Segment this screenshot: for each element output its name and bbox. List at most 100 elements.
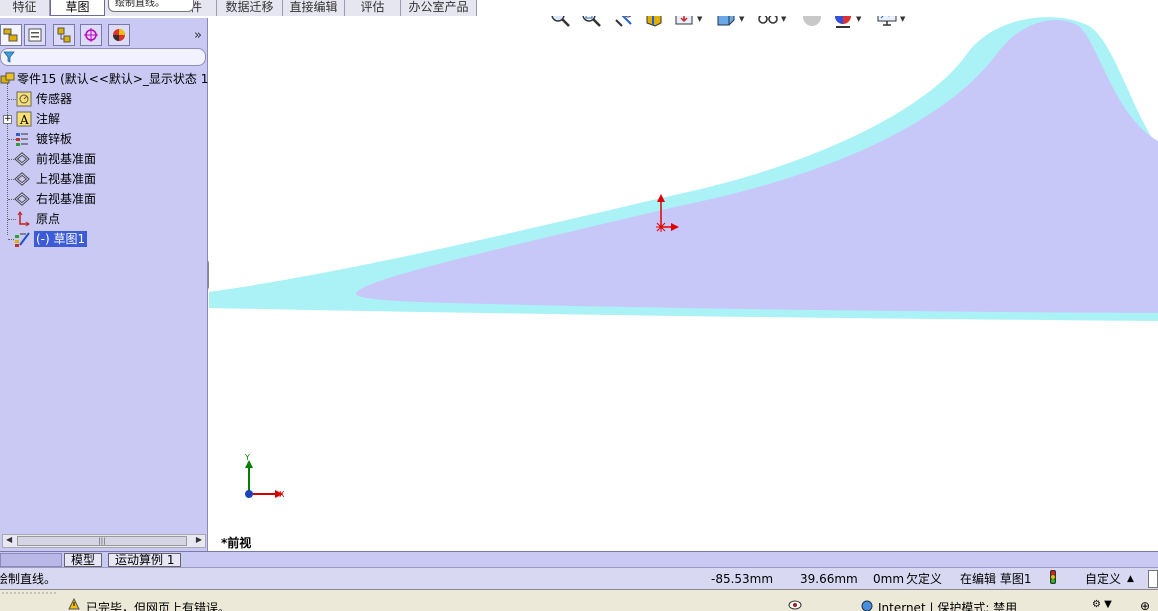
zoom-fit-icon [551,16,570,27]
warning-icon[interactable] [68,598,80,610]
glasses-icon [758,16,778,24]
chevron-up-icon[interactable]: ▲ [1127,571,1134,587]
tree-item-front-plane[interactable]: 前视基准面 [0,149,208,169]
sketch-icon [15,232,30,247]
eye-icon[interactable] [788,599,802,611]
plane-icon [14,172,30,186]
tab-model[interactable]: 模型 [64,553,103,567]
hide-show-items-button[interactable]: ▼ [757,16,786,30]
apply-scene-button[interactable]: ▼ [832,16,861,30]
status-message: 绘制直线。 [0,572,57,586]
display-style-button[interactable]: ▼ [715,16,744,30]
zoom-level[interactable]: ⊕ [1140,599,1150,611]
tab-evaluate[interactable]: 评估 [345,0,401,16]
display-style-icon [717,16,735,26]
sensor-icon [16,91,32,107]
property-manager-tab[interactable] [24,24,46,46]
property-icon [28,28,42,42]
browser-status-message: 已完毕，但网页上有错误。 [86,601,231,611]
feature-manager-panel: » 零件15 (默认<<默认>_显示状态 1 传感器 + A 注解 镀锌板 前视… [0,18,208,551]
tree-item-label: 前视基准面 [36,152,97,166]
tree-item-label: 原点 [36,212,61,226]
tree-item-sensors[interactable]: 传感器 [0,89,208,109]
triad-x-label: X [279,490,285,499]
zoom-to-fit-button[interactable] [549,16,573,30]
chevron-down-icon[interactable]: ▼ [739,16,744,23]
tree-item-label: 右视基准面 [36,192,97,206]
part-icon [0,72,15,84]
tree-item-origin[interactable]: 原点 [0,209,208,229]
feature-manager-tabs: » [0,22,208,46]
material-icon [16,133,28,146]
unit-system-menu[interactable]: 自定义 [1085,571,1121,587]
scroll-right-icon[interactable]: ▶ [196,535,202,544]
chevron-right-icon[interactable]: » [194,28,202,43]
zoom-area-icon [582,16,601,27]
section-view-icon [646,16,662,27]
plane-icon [14,192,30,206]
display-manager-tab[interactable] [108,24,130,46]
edit-appearance-button[interactable] [801,16,825,30]
bottom-tab-bar: 模型 运动算例 1 [0,551,1158,567]
previous-view-icon [615,16,632,27]
horizontal-scrollbar[interactable]: ◀ ||| ▶ [2,534,206,548]
tab-features[interactable]: 特征 [0,0,50,16]
tree-item-annotations[interactable]: + A 注解 [0,109,208,129]
chevron-down-icon[interactable]: ▼ [697,16,702,23]
tab-direct-edit[interactable]: 直接编辑 [283,0,345,16]
previous-view-button[interactable] [613,16,637,30]
feature-tree-tab[interactable] [0,24,22,46]
solidworks-window: 特征 草图 件 数据迁移 直接编辑 评估 办公室产品 绘制直线。 » 零件15 … [0,0,1158,611]
resize-grip [2,592,58,594]
zoom-icon[interactable]: ⚙ ▼ [1092,599,1112,610]
security-zone: Internet | 保护模式: 禁用 [878,601,1018,611]
filter-icon [3,51,15,63]
tree-root-label: 零件15 (默认<<默认>_显示状态 1 [17,72,209,86]
view-orientation-label: *前视 [221,536,252,550]
tree-item-right-plane[interactable]: 右视基准面 [0,189,208,209]
tree-item-top-plane[interactable]: 上视基准面 [0,169,208,189]
editing-status: 在编辑 草图1 [960,572,1032,586]
help-toggle-button[interactable] [1148,570,1158,588]
status-bar: 绘制直线。 -85.53mm 39.66mm 0mm 欠定义 在编辑 草图1 自… [0,567,1158,589]
sketch-canvas: Y X [209,17,1158,499]
scroll-left-icon[interactable]: ◀ [6,535,12,544]
view-settings-button[interactable]: ▼ [876,16,905,30]
svg-text:A: A [19,113,29,127]
sketch-definition-status: 欠定义 [906,572,943,586]
tab-motion-study[interactable]: 运动算例 1 [108,553,182,567]
y-coordinate: 39.66mm [800,572,858,586]
chevron-down-icon[interactable]: ▼ [856,16,861,23]
section-view-button[interactable] [643,16,667,30]
globe-icon [861,600,873,611]
graphics-area[interactable]: Y X ▼ ▼ ▼ ▼ ▼ *前视 [209,16,1158,551]
tree-filter-input[interactable] [0,48,206,66]
reference-triad [245,460,283,498]
dimxpert-tab[interactable] [80,24,102,46]
tree-item-label: (-) 草图1 [34,231,88,247]
scroll-thumb[interactable]: ||| [17,536,187,546]
configuration-icon [57,27,71,43]
display-manager-icon [113,29,125,41]
chevron-down-icon[interactable]: ▼ [781,16,786,23]
tab-sketch[interactable]: 草图 [50,0,105,16]
tab-scroll-buttons[interactable] [0,553,62,567]
chevron-down-icon[interactable]: ▼ [900,16,905,23]
appearance-sphere-icon [803,16,821,26]
tab-office-products[interactable]: 办公室产品 [401,0,477,16]
configuration-manager-tab[interactable] [53,24,75,46]
zoom-area-button[interactable] [580,16,604,30]
view-orientation-button[interactable]: ▼ [673,16,702,30]
expand-icon[interactable]: + [3,115,12,124]
tree-item-material[interactable]: 镀锌板 [0,129,208,149]
plane-icon [14,152,30,166]
tree-item-label: 注解 [36,112,61,126]
tab-data-migration[interactable]: 数据迁移 [217,0,283,16]
annotation-icon: A [16,111,32,127]
tree-item-sketch1[interactable]: (-) 草图1 [0,229,208,249]
browser-status-strip: 已完毕，但网页上有错误。 Internet | 保护模式: 禁用 ⚙ ▼ ⊕ [0,589,1158,611]
command-manager-tabs: 特征 草图 件 数据迁移 直接编辑 评估 办公室产品 绘制直线。 [0,0,477,16]
rebuild-indicator-icon[interactable] [1048,570,1058,584]
tooltip: 绘制直线。 [108,0,194,12]
tree-root[interactable]: 零件15 (默认<<默认>_显示状态 1 [0,69,208,89]
